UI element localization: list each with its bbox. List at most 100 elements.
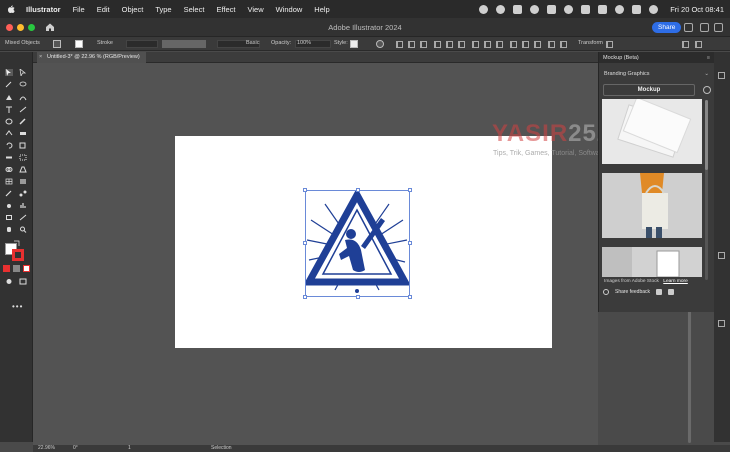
share-feedback-link[interactable]: Share feedback <box>615 289 650 295</box>
minimize-window-icon[interactable] <box>17 23 24 31</box>
line-tool-icon[interactable] <box>19 106 27 113</box>
workspace-icon[interactable] <box>700 23 709 32</box>
distribute-bottom-icon[interactable] <box>496 41 503 48</box>
recolor-icon[interactable] <box>376 40 384 48</box>
stroke-color-swatch[interactable] <box>12 249 24 261</box>
distribute-hcenter-icon[interactable] <box>522 41 529 48</box>
edit-toolbar-icon[interactable]: ••• <box>12 302 23 311</box>
direct-selection-tool-icon[interactable] <box>19 69 27 76</box>
menu-object[interactable]: Object <box>122 5 144 14</box>
zoom-tool-icon[interactable] <box>19 226 27 233</box>
mockup-thumbnail-screen[interactable] <box>602 247 702 277</box>
resize-handle-top-left[interactable] <box>303 188 307 192</box>
document-tab[interactable]: × Untitled-3* @ 22.96 % (RGB/Preview) <box>37 52 146 63</box>
blend-tool-icon[interactable] <box>19 190 27 197</box>
scale-tool-icon[interactable] <box>19 142 27 149</box>
close-window-icon[interactable] <box>6 23 13 31</box>
menubar-clock[interactable]: Fri 20 Oct 08:41 <box>670 5 724 14</box>
arrange-docs-icon[interactable] <box>682 41 689 48</box>
refresh-icon[interactable] <box>703 86 711 94</box>
mockup-panel-scrollbar[interactable] <box>705 100 708 280</box>
menu-select[interactable]: Select <box>184 5 205 14</box>
menu-edit[interactable]: Edit <box>97 5 110 14</box>
align-center-icon[interactable] <box>408 41 415 48</box>
record-icon[interactable] <box>479 4 489 14</box>
draw-normal-icon[interactable] <box>5 278 13 285</box>
pen-tool-icon[interactable] <box>5 94 13 101</box>
layers-panel-icon[interactable] <box>718 252 725 259</box>
isolate-icon[interactable] <box>606 41 613 48</box>
perspective-grid-tool-icon[interactable] <box>19 166 27 173</box>
thumbs-up-icon[interactable] <box>656 289 663 295</box>
align-top-icon[interactable] <box>434 41 441 48</box>
ellipse-tool-icon[interactable] <box>5 118 13 125</box>
mail-icon[interactable] <box>547 4 557 14</box>
tag-icon[interactable] <box>513 4 523 14</box>
apple-logo-icon[interactable] <box>6 4 16 14</box>
curvature-tool-icon[interactable] <box>19 94 27 101</box>
current-tool-label[interactable]: Selection <box>211 445 232 452</box>
screen-mode-icon[interactable] <box>19 278 27 285</box>
eraser-tool-icon[interactable] <box>19 130 27 137</box>
creative-cloud-icon[interactable] <box>564 4 574 14</box>
close-tab-icon[interactable]: × <box>39 52 42 63</box>
distribute-top-icon[interactable] <box>472 41 479 48</box>
artboard-tool-icon[interactable] <box>5 214 13 221</box>
gradient-tool-icon[interactable] <box>19 178 27 185</box>
thumbs-down-icon[interactable] <box>668 289 675 295</box>
mockup-scroll-thumb[interactable] <box>705 100 708 170</box>
home-icon[interactable] <box>45 22 55 32</box>
menu-file[interactable]: File <box>73 5 85 14</box>
paintbrush-tool-icon[interactable] <box>19 118 27 125</box>
panel-menu-icon[interactable]: ≡ <box>707 55 710 61</box>
mesh-tool-icon[interactable] <box>5 178 13 185</box>
fill-swatch[interactable] <box>53 40 61 48</box>
mockup-thumbnail-cards[interactable] <box>602 99 702 164</box>
distribute-left-icon[interactable] <box>510 41 517 48</box>
align-right-icon[interactable] <box>420 41 427 48</box>
free-transform-tool-icon[interactable] <box>19 154 27 161</box>
control-center-icon[interactable] <box>632 4 642 14</box>
learn-more-link[interactable]: Learn more <box>663 279 688 284</box>
wifi-icon[interactable] <box>615 4 625 14</box>
gradient-mode-icon[interactable] <box>13 265 20 272</box>
align-middle-icon[interactable] <box>446 41 453 48</box>
mockup-thumbnail-tote-bag[interactable] <box>602 173 702 238</box>
mockup-button[interactable]: Mockup <box>603 84 695 96</box>
battery-icon[interactable] <box>598 4 608 14</box>
width-tool-icon[interactable] <box>5 154 13 161</box>
chat-icon[interactable] <box>496 4 506 14</box>
menu-effect[interactable]: Effect <box>216 5 235 14</box>
app-menu[interactable]: Illustrator <box>26 5 61 14</box>
rotation-value[interactable]: 0° <box>73 445 78 452</box>
arrange-icon[interactable] <box>714 23 723 32</box>
resize-handle-bottom-left[interactable] <box>303 295 307 299</box>
type-tool-icon[interactable] <box>5 106 13 113</box>
slice-tool-icon[interactable] <box>19 214 27 221</box>
libraries-panel-icon[interactable] <box>718 320 725 327</box>
share-button[interactable]: Share <box>652 22 682 33</box>
menu-help[interactable]: Help <box>314 5 329 14</box>
artboard-number[interactable]: 1 <box>128 445 131 452</box>
selection-tool-icon[interactable] <box>5 69 13 76</box>
shaper-tool-icon[interactable] <box>5 130 13 137</box>
resize-handle-top[interactable] <box>356 188 360 192</box>
menu-type[interactable]: Type <box>155 5 171 14</box>
properties-panel-icon[interactable] <box>718 72 725 79</box>
menu-view[interactable]: View <box>247 5 263 14</box>
align-left-icon[interactable] <box>396 41 403 48</box>
stroke-label[interactable]: Stroke <box>97 40 113 46</box>
distribute-center-icon[interactable] <box>484 41 491 48</box>
resize-handle-bottom-right[interactable] <box>408 295 412 299</box>
resize-handle-bottom[interactable] <box>356 295 360 299</box>
align-bottom-icon[interactable] <box>458 41 465 48</box>
symbol-sprayer-tool-icon[interactable] <box>5 202 13 209</box>
stroke-swatch[interactable] <box>75 40 83 48</box>
stroke-weight-field[interactable] <box>126 40 158 48</box>
none-mode-icon[interactable] <box>23 265 30 272</box>
align-selection-icon[interactable] <box>560 41 567 48</box>
search-help-icon[interactable] <box>684 23 693 32</box>
resize-handle-right[interactable] <box>408 241 412 245</box>
variable-width-field[interactable] <box>162 40 206 48</box>
align-to-icon[interactable] <box>548 41 555 48</box>
